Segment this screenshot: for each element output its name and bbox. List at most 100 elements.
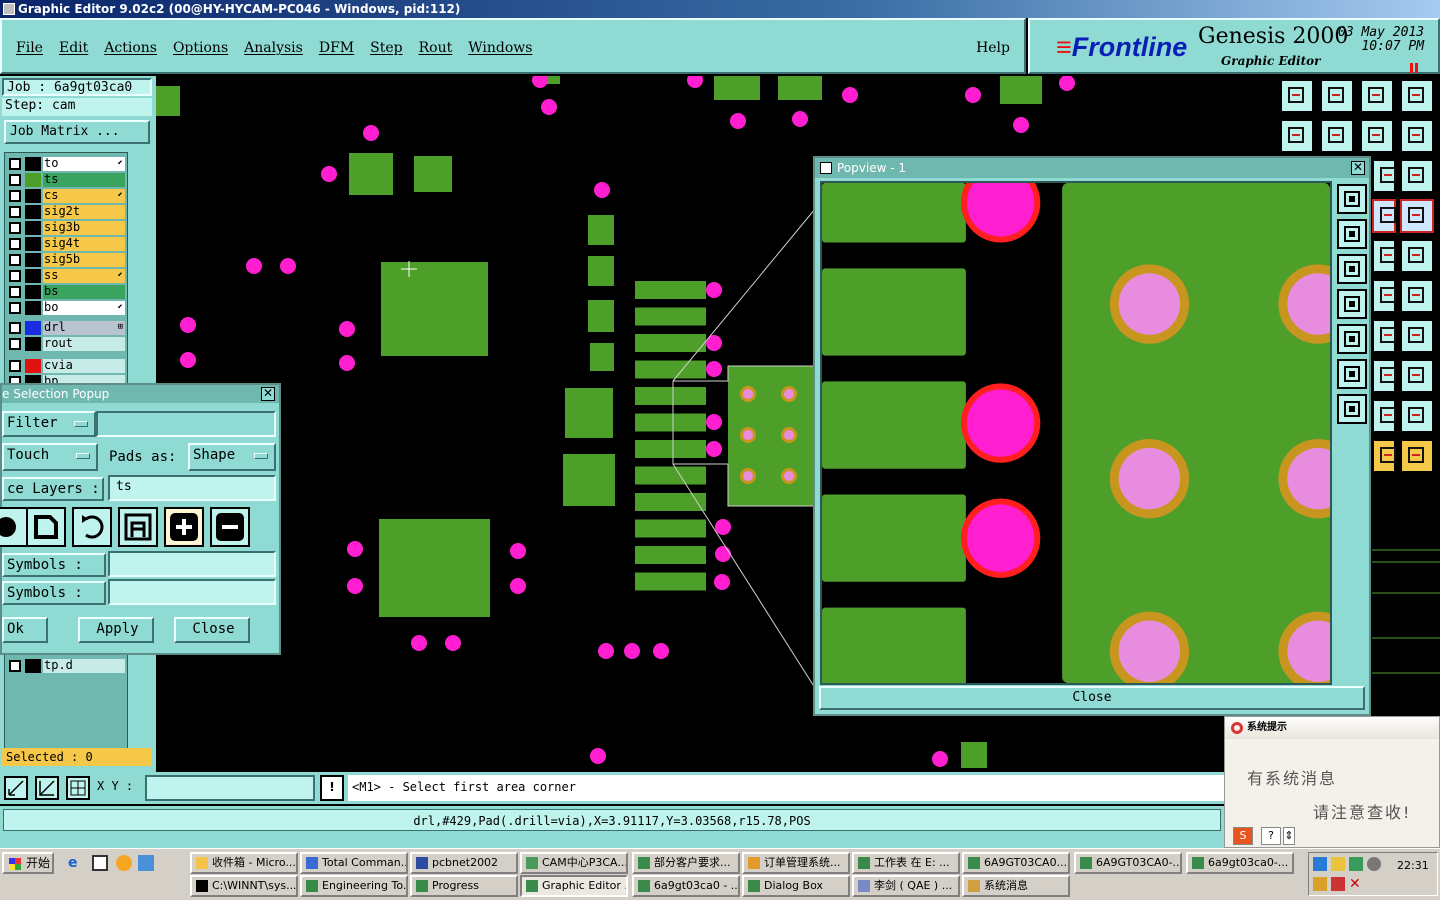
triangle-icon[interactable] bbox=[1400, 399, 1434, 433]
layer-checkbox[interactable] bbox=[9, 270, 21, 282]
taskbar-button[interactable]: 订单管理系统... bbox=[742, 852, 850, 874]
help-icon[interactable] bbox=[1400, 159, 1434, 193]
clock-tray-icon[interactable] bbox=[1367, 857, 1381, 871]
expand-icon[interactable] bbox=[1337, 359, 1367, 389]
layer-name[interactable]: sig3b bbox=[43, 221, 125, 235]
pan-right-icon[interactable] bbox=[1337, 324, 1367, 354]
menu-edit[interactable]: Edit bbox=[59, 40, 88, 56]
menu-actions[interactable]: Actions bbox=[104, 40, 157, 56]
layer-name[interactable]: sig5b bbox=[43, 253, 125, 267]
layer-checkbox[interactable] bbox=[9, 222, 21, 234]
tray-x-icon[interactable]: ✕ bbox=[1349, 877, 1363, 891]
popview-close-button[interactable]: Close bbox=[819, 686, 1365, 710]
layer-checkbox[interactable] bbox=[9, 660, 21, 672]
zoom-home-icon[interactable] bbox=[1337, 219, 1367, 249]
rotate-icon[interactable] bbox=[72, 507, 112, 547]
menu-help[interactable]: Help bbox=[976, 40, 1010, 56]
window-split-icon[interactable] bbox=[1400, 79, 1434, 113]
menu-options[interactable]: Options bbox=[173, 40, 228, 56]
layer-name[interactable]: cs ⬋ bbox=[43, 189, 125, 203]
layer-name[interactable]: cvia bbox=[43, 359, 125, 373]
layer-name[interactable]: to ⬋ bbox=[43, 157, 125, 171]
taskbar-button[interactable]: 系统消息 bbox=[962, 875, 1070, 897]
add-plus-icon[interactable] bbox=[164, 507, 204, 547]
menu-file[interactable]: File bbox=[16, 40, 43, 56]
taskbar-button[interactable]: CAM中心P3CA... bbox=[520, 852, 628, 874]
symbols-include-field[interactable] bbox=[108, 551, 276, 577]
symbols-exclude-field[interactable] bbox=[108, 579, 276, 605]
pads-as-option[interactable]: Shape bbox=[188, 443, 276, 471]
shapes-icon[interactable] bbox=[1400, 359, 1434, 393]
mirror-icon[interactable] bbox=[1400, 319, 1434, 353]
taskbar-button[interactable]: Total Comman... bbox=[300, 852, 408, 874]
layer-checkbox[interactable] bbox=[9, 338, 21, 350]
taskbar-button[interactable]: 李剑 ( QAE ) ... bbox=[852, 875, 960, 897]
layer-checkbox[interactable] bbox=[9, 206, 21, 218]
layer-row-ss[interactable]: ss ⬋ bbox=[7, 269, 125, 283]
taskbar-button[interactable]: Dialog Box bbox=[742, 875, 850, 897]
layer-checkbox[interactable] bbox=[9, 254, 21, 266]
layer-row-ts[interactable]: ts bbox=[7, 173, 125, 187]
undo-icon[interactable] bbox=[1360, 119, 1394, 153]
layers-field[interactable]: ts bbox=[108, 475, 276, 501]
pan-right-icon[interactable] bbox=[1320, 119, 1354, 153]
ok-button[interactable]: Ok bbox=[2, 617, 48, 643]
layer-row-cvia[interactable]: cvia bbox=[7, 359, 125, 373]
menu-step[interactable]: Step bbox=[370, 40, 402, 56]
layer-checkbox[interactable] bbox=[9, 360, 21, 372]
volume-icon[interactable] bbox=[1313, 877, 1327, 891]
layer-checkbox[interactable] bbox=[9, 174, 21, 186]
taskbar-button[interactable]: 部分客户要求... bbox=[632, 852, 740, 874]
zoom-area-icon[interactable] bbox=[4, 776, 28, 800]
taskbar-button[interactable]: 6a9gt03ca0 - ... bbox=[632, 875, 740, 897]
close-button[interactable]: Close bbox=[174, 617, 250, 643]
taskbar-button[interactable]: 工作表 在 E: ... bbox=[852, 852, 960, 874]
popview-close-icon[interactable]: ✕ bbox=[1351, 161, 1365, 175]
remove-minus-icon[interactable] bbox=[210, 507, 250, 547]
touch-mode-option[interactable]: Touch bbox=[2, 443, 98, 471]
taskbar-button[interactable]: 收件箱 - Micro... bbox=[190, 852, 298, 874]
snap-icon[interactable] bbox=[1372, 279, 1396, 313]
layer-row-to[interactable]: to ⬋ bbox=[7, 157, 125, 171]
menu-analysis[interactable]: Analysis bbox=[244, 40, 303, 56]
net-icon[interactable] bbox=[1372, 199, 1396, 233]
select-rectangle-icon[interactable] bbox=[26, 507, 66, 547]
job-matrix-button[interactable]: Job Matrix ... bbox=[4, 120, 150, 144]
popview-title-bar[interactable]: Popview - 1 bbox=[815, 158, 1369, 178]
layer-checkbox[interactable] bbox=[9, 322, 21, 334]
layer-row-bs[interactable]: bs bbox=[7, 285, 125, 299]
xy-input[interactable] bbox=[145, 775, 315, 801]
step-down-icon[interactable] bbox=[1320, 79, 1354, 113]
taskbar-button[interactable]: Engineering To... bbox=[300, 875, 408, 897]
window-title-bar[interactable]: Graphic Editor 9.02c2 (00@HY-HYCAM-PC046… bbox=[0, 0, 1440, 18]
desktop-icon[interactable] bbox=[92, 855, 108, 871]
sogou-icon[interactable]: S bbox=[1233, 827, 1253, 845]
polygon-icon[interactable] bbox=[1372, 399, 1396, 433]
menu-dfm[interactable]: DFM bbox=[319, 40, 354, 56]
selection-popup-close-icon[interactable]: ✕ bbox=[261, 387, 275, 401]
route-icon[interactable] bbox=[1400, 439, 1434, 473]
layer-checkbox[interactable] bbox=[9, 286, 21, 298]
layer-row-tp-d[interactable]: tp.d bbox=[7, 659, 125, 673]
center-icon[interactable] bbox=[1337, 394, 1367, 424]
taskbar-button[interactable]: 6a9gt03ca0-... bbox=[1186, 852, 1294, 874]
layer-name[interactable]: drl ⊞ bbox=[43, 321, 125, 335]
filter-menu-button[interactable]: Filter bbox=[2, 411, 96, 437]
layer-checkbox[interactable] bbox=[9, 158, 21, 170]
layer-row-sig4t[interactable]: sig4t bbox=[7, 237, 125, 251]
tray-alert-icon[interactable] bbox=[1331, 877, 1345, 891]
layer-row-sig3b[interactable]: sig3b bbox=[7, 221, 125, 235]
start-button[interactable]: 开始 bbox=[2, 852, 54, 874]
pan-left-icon[interactable] bbox=[1337, 289, 1367, 319]
layer-checkbox[interactable] bbox=[9, 238, 21, 250]
network-icon[interactable] bbox=[1313, 857, 1327, 871]
measure-icon[interactable] bbox=[35, 776, 59, 800]
text-select-icon[interactable] bbox=[118, 507, 158, 547]
app-quicklaunch-icon[interactable] bbox=[138, 855, 154, 871]
layer-name[interactable]: sig4t bbox=[43, 237, 125, 251]
notice-help-button[interactable]: ? bbox=[1261, 827, 1281, 845]
taskbar-button[interactable]: Graphic Editor ... bbox=[520, 875, 628, 897]
step-up-icon[interactable] bbox=[1280, 79, 1314, 113]
grid-icon[interactable] bbox=[1372, 159, 1396, 193]
apply-button[interactable]: Apply bbox=[78, 617, 154, 643]
